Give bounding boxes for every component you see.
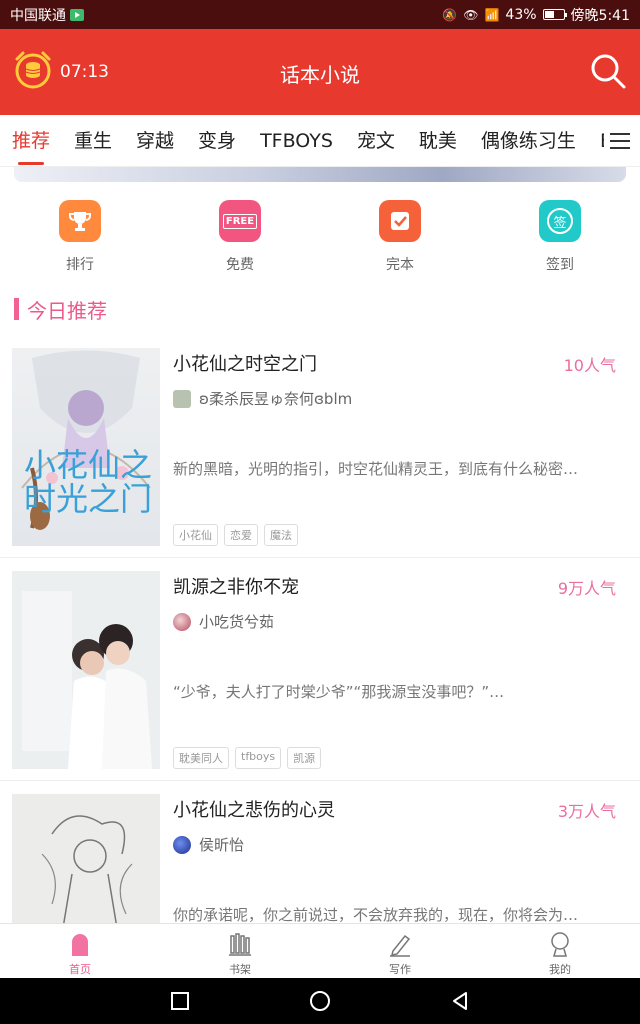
section-header: 今日推荐	[14, 296, 107, 323]
nav-write[interactable]: 写作	[320, 924, 480, 978]
quick-ranking[interactable]: 排行	[0, 200, 160, 282]
book-popularity: 3万人气	[557, 802, 616, 821]
book-item[interactable]: 凯源之非你不宠 9万人气 小吃货兮茹 “少爷，夫人打了时棠少爷”“那我源宝没事吧…	[0, 559, 640, 781]
tab-tfboys[interactable]: TFBOYS	[260, 115, 333, 166]
check-icon	[379, 200, 421, 242]
book-author[interactable]: 小吃货兮茹	[173, 611, 274, 632]
avatar	[173, 612, 191, 631]
eye-icon: 👁	[463, 7, 479, 22]
tag[interactable]: 魔法	[264, 524, 298, 546]
book-popularity: 10人气	[563, 356, 616, 375]
system-nav-bar	[0, 978, 640, 1024]
search-icon[interactable]	[588, 51, 628, 91]
tag[interactable]: 凯源	[287, 747, 322, 769]
nav-label: 我的	[549, 963, 571, 976]
back-icon[interactable]	[450, 991, 470, 1011]
status-bar: 中国联通 🔕 👁 📶 43% 傍晚5:41	[0, 0, 640, 29]
author-name: 小吃货兮茹	[199, 613, 275, 631]
play-store-icon	[70, 8, 84, 21]
app-title: 话本小说	[280, 63, 360, 87]
tab-transform[interactable]: 变身	[198, 115, 236, 166]
clock: 傍晚5:41	[570, 7, 630, 24]
recent-apps-icon[interactable]	[170, 991, 190, 1011]
book-description: 你的承诺呢，你之前说过，不会放弃我的，现在，你将会为…	[173, 906, 579, 923]
sign-in-badge: 签	[547, 208, 573, 234]
battery-percent: 43%	[505, 6, 537, 23]
book-author[interactable]: 侯昕怡	[173, 834, 244, 855]
book-title[interactable]: 凯源之非你不宠	[173, 573, 299, 599]
quick-actions: 排行 FREE 免费 完本 签 签到	[0, 200, 640, 282]
author-name: ʚ柔杀辰昱ゅ奈何ɞblm	[199, 390, 353, 408]
book-description: 新的黑暗，光明的指引，时空花仙精灵王，到底有什么秘密…	[173, 460, 579, 478]
book-author[interactable]: ʚ柔杀辰昱ゅ奈何ɞblm	[173, 388, 352, 409]
quick-completed[interactable]: 完本	[320, 200, 480, 282]
author-name: 侯昕怡	[199, 836, 245, 854]
quick-label: 排行	[66, 257, 94, 273]
bookshelf-icon	[229, 933, 251, 956]
quick-free[interactable]: FREE 免费	[160, 200, 320, 282]
nav-bookshelf[interactable]: 书架	[160, 924, 320, 978]
quick-label: 签到	[546, 257, 574, 273]
section-title: 今日推荐	[27, 298, 107, 323]
carrier-name: 中国联通	[10, 7, 66, 24]
book-cover[interactable]	[12, 794, 160, 923]
nav-label: 写作	[389, 963, 411, 976]
tab-rebirth[interactable]: 重生	[74, 115, 112, 166]
nav-label: 首页	[69, 963, 91, 976]
book-title[interactable]: 小花仙之时空之门	[173, 350, 317, 376]
book-description: “少爷，夫人打了时棠少爷”“那我源宝没事吧？”…	[173, 683, 505, 701]
home-icon	[72, 934, 88, 956]
avatar	[173, 389, 191, 408]
cover-title: 小花仙之时光之门	[23, 446, 152, 518]
tag[interactable]: tfboys	[235, 747, 282, 769]
profile-icon	[551, 932, 569, 957]
section-marker	[14, 298, 19, 320]
banner-image[interactable]	[14, 167, 626, 182]
quick-sign-in[interactable]: 签 签到	[480, 200, 640, 282]
tab-idol-trainee[interactable]: 偶像练习生	[481, 115, 576, 166]
book-tags: 小花仙 恋爱 魔法	[173, 524, 298, 546]
book-item[interactable]: 小花仙之悲伤的心灵 3万人气 侯昕怡 你的承诺呢，你之前说过，不会放弃我的，现在…	[0, 782, 640, 923]
app-bar: 07:13 话本小说	[0, 29, 640, 115]
battery-icon	[542, 9, 567, 20]
category-tabs: 推荐 重生 穿越 变身 TFBOYS 宠文 耽美 偶像练习生 E	[0, 115, 640, 167]
tag[interactable]: 恋爱	[224, 524, 258, 546]
tab-time-travel[interactable]: 穿越	[136, 115, 174, 166]
status-right: 🔕 👁 📶 43% 傍晚5:41	[442, 5, 630, 25]
category-menu-icon[interactable]	[604, 115, 640, 166]
book-cover[interactable]	[12, 571, 160, 769]
free-badge: FREE	[222, 213, 258, 229]
tag[interactable]: 小花仙	[173, 524, 218, 546]
trophy-icon	[59, 200, 101, 242]
mute-icon: 🔕	[442, 7, 458, 22]
bottom-nav: 首页 书架 写作 我的	[0, 923, 640, 978]
book-tags: 耽美同人 tfboys 凯源	[173, 747, 322, 769]
nav-profile[interactable]: 我的	[480, 924, 640, 978]
wifi-icon: 📶	[484, 7, 500, 22]
tag[interactable]: 耽美同人	[173, 747, 229, 769]
nav-home[interactable]: 首页	[0, 924, 160, 978]
pen-icon	[390, 934, 411, 957]
free-icon: FREE	[219, 200, 261, 242]
quick-label: 完本	[386, 257, 414, 273]
book-title[interactable]: 小花仙之悲伤的心灵	[173, 796, 335, 822]
tab-danmei[interactable]: 耽美	[419, 115, 457, 166]
book-popularity: 9万人气	[557, 579, 616, 598]
sign-in-icon: 签	[539, 200, 581, 242]
nav-label: 书架	[229, 963, 251, 976]
carrier: 中国联通	[10, 5, 84, 25]
tab-pampering[interactable]: 宠文	[357, 115, 395, 166]
avatar	[173, 835, 191, 854]
home-button-icon[interactable]	[309, 990, 331, 1012]
book-cover[interactable]: 小花仙之时光之门	[12, 348, 160, 546]
tab-recommend[interactable]: 推荐	[12, 115, 50, 166]
quick-label: 免费	[226, 257, 254, 273]
book-item[interactable]: 小花仙之时光之门 小花仙之时空之门 10人气 ʚ柔杀辰昱ゅ奈何ɞblm 新的黑暗…	[0, 336, 640, 558]
